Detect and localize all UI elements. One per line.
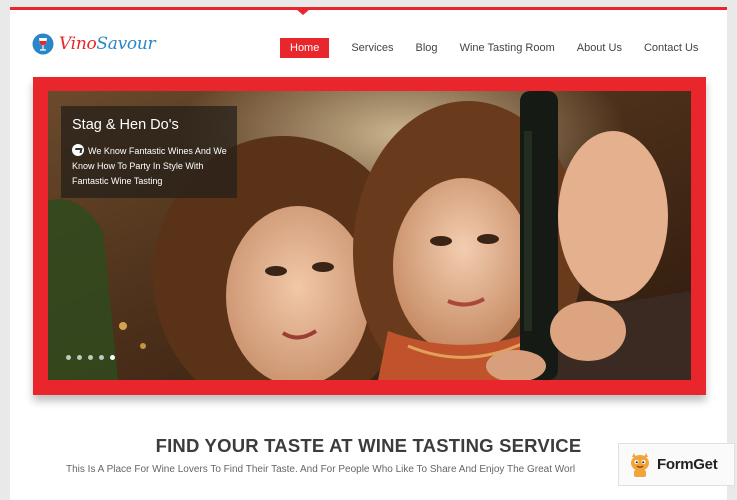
- slider-dot[interactable]: [66, 355, 71, 360]
- wine-glass-icon: [32, 33, 54, 55]
- nav-item-home[interactable]: Home: [280, 38, 330, 58]
- slide-caption-body: We Know Fantastic Wines And We Know How …: [72, 146, 227, 186]
- nav-item-wine-tasting-room[interactable]: Wine Tasting Room: [460, 39, 555, 57]
- logo-text: VinoSavour: [59, 34, 156, 54]
- slider-dot[interactable]: [77, 355, 82, 360]
- slider-dot[interactable]: [88, 355, 93, 360]
- nav-item-services[interactable]: Services: [351, 39, 393, 57]
- nav-item-blog[interactable]: Blog: [416, 39, 438, 57]
- badge-label: FormGet: [657, 456, 718, 473]
- slider-dot-active[interactable]: [110, 355, 115, 360]
- nav-item-about-us[interactable]: About Us: [577, 39, 622, 57]
- logo-text-part2: Savour: [96, 34, 156, 54]
- top-accent-bar: [10, 7, 727, 10]
- slider-dot[interactable]: [99, 355, 104, 360]
- slide-image[interactable]: Stag & Hen Do's We Know Fantastic Wines …: [48, 91, 691, 380]
- arrow-right-circle-icon: [72, 144, 84, 156]
- top-accent-notch: [296, 9, 310, 15]
- site-logo[interactable]: VinoSavour: [32, 30, 156, 58]
- formget-badge[interactable]: FormGet: [618, 443, 735, 486]
- hero-slider: Stag & Hen Do's We Know Fantastic Wines …: [33, 77, 706, 395]
- section-description: This Is A Place For Wine Lovers To Find …: [66, 464, 576, 475]
- slide-caption-text: We Know Fantastic Wines And We Know How …: [72, 144, 232, 189]
- slide-caption: Stag & Hen Do's We Know Fantastic Wines …: [61, 106, 237, 198]
- main-nav: Home Services Blog Wine Tasting Room Abo…: [280, 38, 720, 58]
- slide-caption-title: Stag & Hen Do's: [72, 117, 179, 133]
- slider-pagination: [66, 355, 121, 360]
- logo-text-part1: Vino: [59, 34, 97, 54]
- page-frame: VinoSavour Home Services Blog Wine Tasti…: [10, 7, 727, 500]
- nav-item-contact-us[interactable]: Contact Us: [644, 39, 698, 57]
- mascot-icon: [631, 452, 649, 477]
